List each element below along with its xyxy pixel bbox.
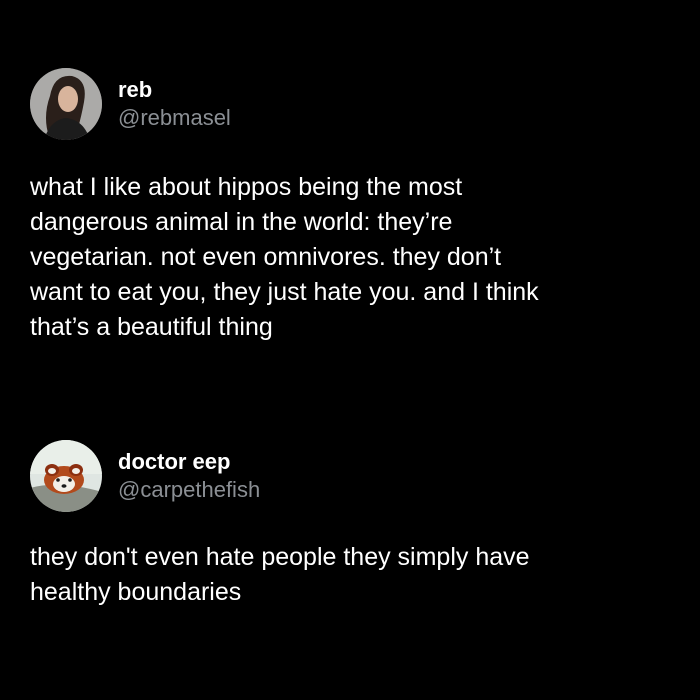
user-photo-avatar[interactable] [30,68,102,140]
post-reb: reb @rebmasel what I like about hippos b… [30,68,670,345]
post-header: reb @rebmasel [30,68,670,140]
red-panda-avatar[interactable] [30,440,102,512]
avatar-image [30,68,102,140]
post-text: what I like about hippos being the most … [30,173,539,341]
display-name[interactable]: reb [118,76,231,104]
user-handle[interactable]: @rebmasel [118,104,231,132]
post-doctor-eep: doctor eep @carpethefish they don't even… [30,440,670,610]
display-name[interactable]: doctor eep [118,448,260,476]
user-handle[interactable]: @carpethefish [118,476,260,504]
avatar-image [30,440,102,512]
post-header: doctor eep @carpethefish [30,440,670,512]
post-text: they don't even hate people they simply … [30,543,530,606]
